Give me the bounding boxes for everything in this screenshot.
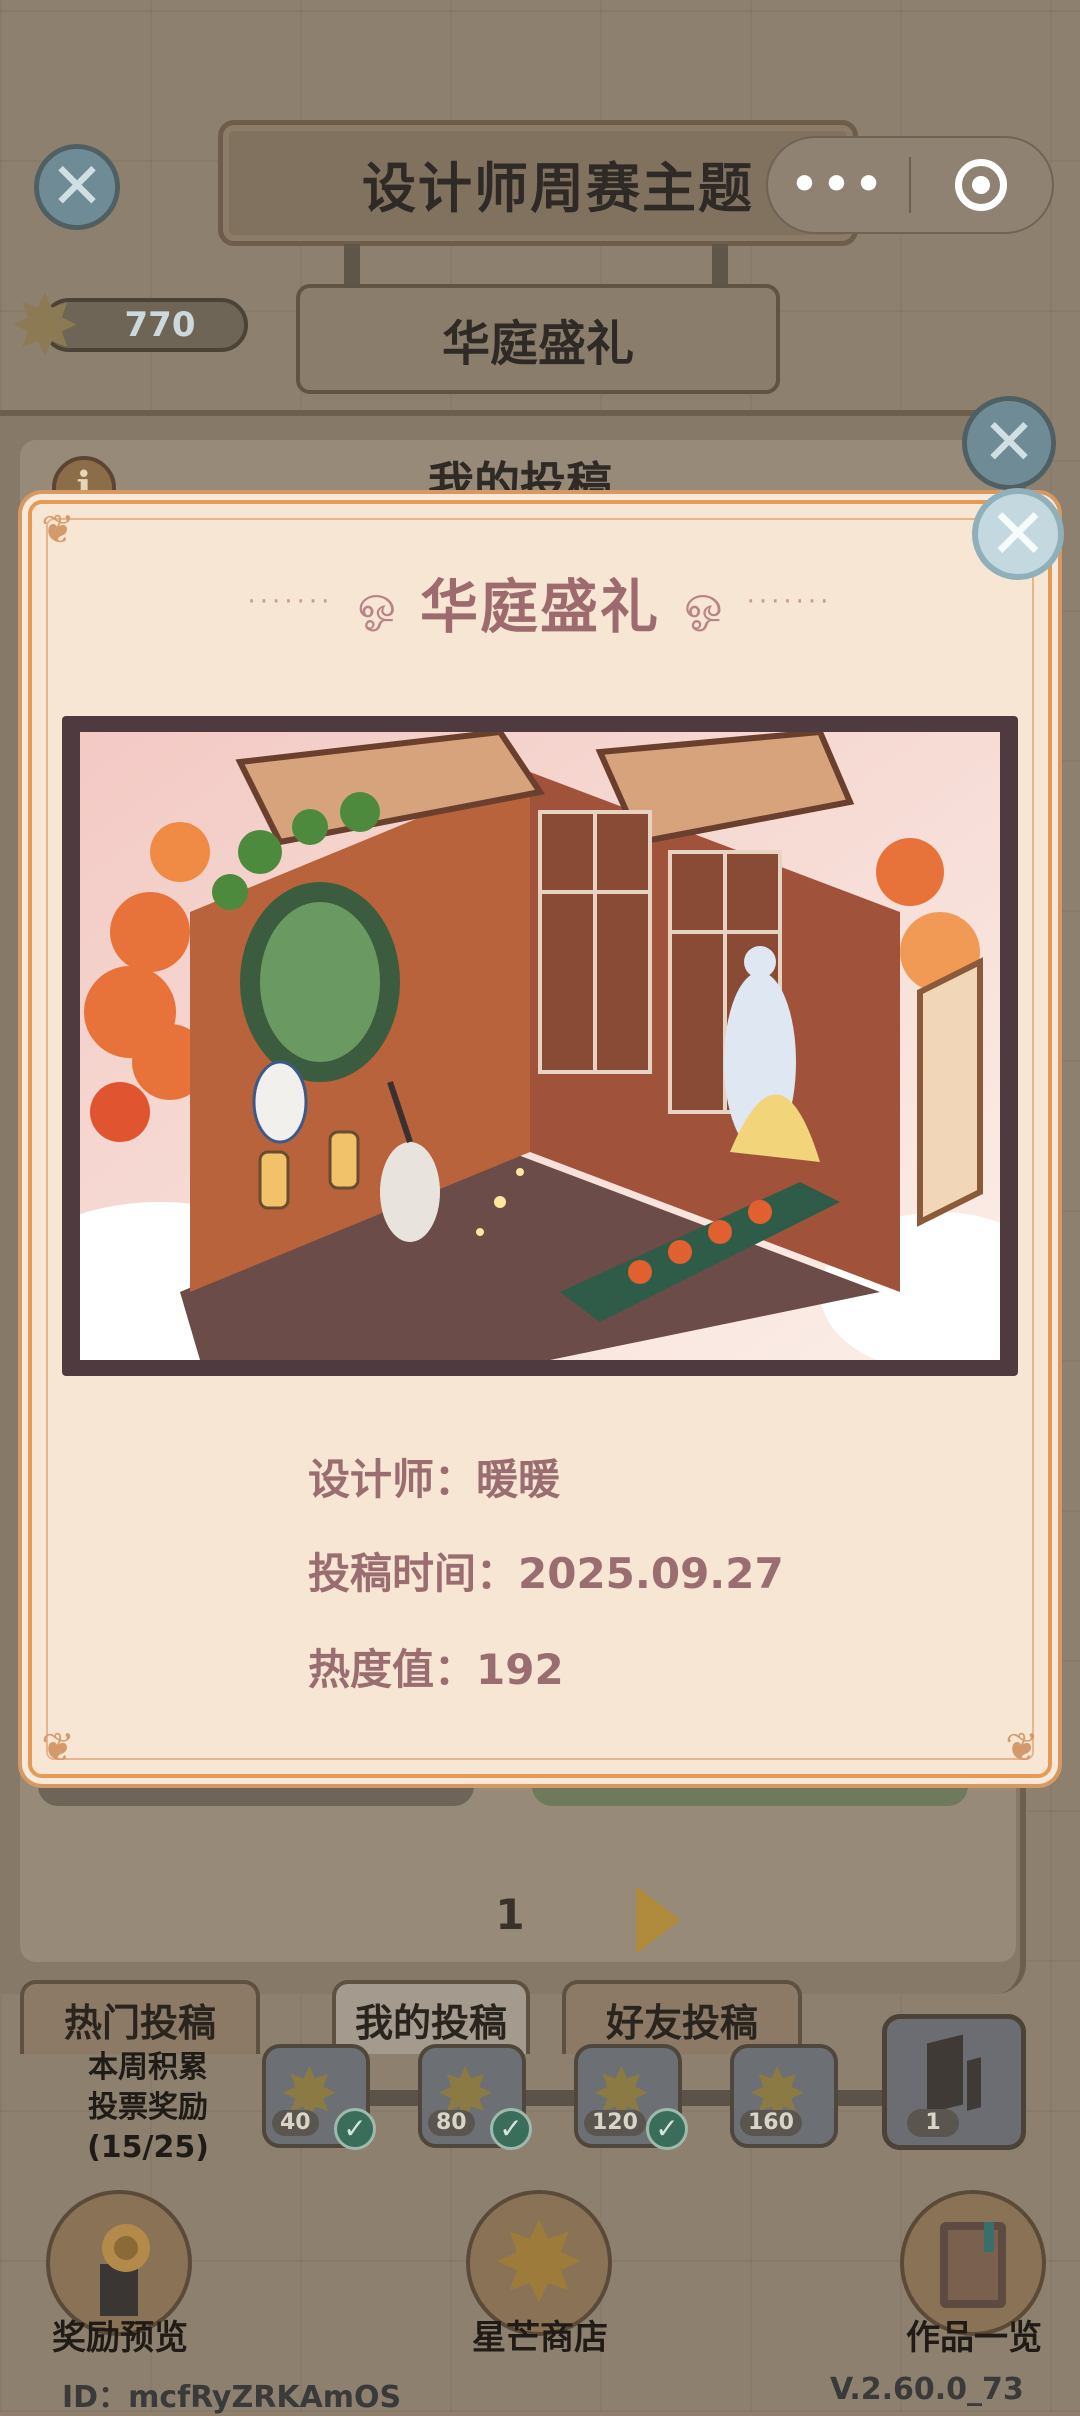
modal-title: 华庭盛礼 xyxy=(419,573,660,641)
left-flourish-dots: ······· xyxy=(247,587,334,617)
grand-reward-box[interactable]: 1 xyxy=(882,2014,1026,2150)
reward-node-160[interactable]: ✸ 160 xyxy=(730,2044,838,2148)
next-page-arrow-icon[interactable] xyxy=(636,1886,680,1954)
reward-node-120[interactable]: ✸ 120 ✓ xyxy=(574,2044,688,2150)
version-label: V.2.60.0_73 xyxy=(830,2372,1024,2407)
exit-button[interactable] xyxy=(911,159,1052,211)
title-plaque: 设计师周赛主题 xyxy=(218,120,858,246)
close-icon: ✕ xyxy=(50,150,104,224)
page-number: 1 xyxy=(495,1890,525,1939)
tab-my-submissions[interactable]: 我的投稿 xyxy=(332,1980,530,2054)
tab-friend-submissions[interactable]: 好友投稿 xyxy=(562,1980,802,2054)
star-icon: ✸ xyxy=(9,277,81,375)
grand-reward-count: 1 xyxy=(907,2109,959,2137)
scroll-ornament-icon: ஓ xyxy=(684,575,723,629)
scroll-ornament-icon: ஓ xyxy=(357,575,396,629)
tab-label: 我的投稿 xyxy=(354,2000,507,2045)
tab-label: 热门投稿 xyxy=(63,2000,216,2045)
door-panel xyxy=(967,2057,981,2111)
weekly-vote-reward-label: 本周积累 投票奖励 (15/25) xyxy=(48,2048,248,2168)
corner-ornament-icon: ❦ xyxy=(1005,1725,1039,1771)
reward-node-80[interactable]: ✸ 80 ✓ xyxy=(418,2044,532,2150)
star-count: 770 xyxy=(124,305,196,345)
tab-hot-submissions[interactable]: 热门投稿 xyxy=(20,1980,260,2054)
door-icon xyxy=(927,2034,963,2114)
more-dots-icon: ••• xyxy=(790,159,887,210)
works-list-label: 作品一览 xyxy=(906,2318,1042,2358)
modal-title-row: ······· ஓ 华庭盛礼 ஓ ······· xyxy=(28,560,1052,644)
panel-close-button[interactable]: ✕ xyxy=(962,396,1056,490)
page-title: 设计师周赛主题 xyxy=(362,156,754,220)
mini-program-capsule: ••• xyxy=(766,136,1054,234)
close-icon: ✕ xyxy=(982,406,1036,480)
weekly-line-1: 本周积累 xyxy=(88,2050,208,2085)
reward-threshold: 120 xyxy=(584,2110,646,2136)
reward-threshold: 80 xyxy=(428,2110,475,2136)
theme-name: 华庭盛礼 xyxy=(441,316,634,372)
check-icon: ✓ xyxy=(334,2108,376,2150)
back-close-button[interactable]: ✕ xyxy=(34,144,120,230)
tab-label: 好友投稿 xyxy=(605,2000,758,2045)
room-illustration xyxy=(80,732,1000,1360)
check-icon: ✓ xyxy=(646,2108,688,2150)
target-icon xyxy=(955,159,1008,211)
corner-ornament-icon: ❦ xyxy=(41,1725,75,1771)
more-menu-button[interactable]: ••• xyxy=(768,163,909,207)
right-flourish-dots: ······· xyxy=(746,587,833,617)
theme-plaque: 华庭盛礼 xyxy=(296,284,780,394)
weekly-progress: (15/25) xyxy=(87,2130,209,2165)
star-shop-label: 星芒商店 xyxy=(472,2318,608,2358)
corner-ornament-icon: ❦ xyxy=(41,507,75,553)
check-icon: ✓ xyxy=(490,2108,532,2150)
reward-threshold: 40 xyxy=(272,2110,319,2136)
reward-threshold: 160 xyxy=(740,2110,802,2136)
artwork-image[interactable] xyxy=(80,732,1000,1360)
submission-card-left[interactable] xyxy=(38,1776,474,1806)
reward-preview-label: 奖励预览 xyxy=(52,2318,188,2358)
artwork-frame xyxy=(62,716,1018,1376)
user-id: ID：mcfRyZRKAmOS xyxy=(62,2380,402,2415)
heat-value-line: 热度值：192 xyxy=(308,1645,564,1694)
reward-node-40[interactable]: ✸ 40 ✓ xyxy=(262,2044,376,2150)
submission-card-right[interactable] xyxy=(532,1776,968,1806)
submit-time-line: 投稿时间：2025.09.27 xyxy=(308,1549,784,1598)
weekly-line-2: 投票奖励 xyxy=(88,2090,208,2125)
designer-line: 设计师：暖暖 xyxy=(308,1455,561,1504)
